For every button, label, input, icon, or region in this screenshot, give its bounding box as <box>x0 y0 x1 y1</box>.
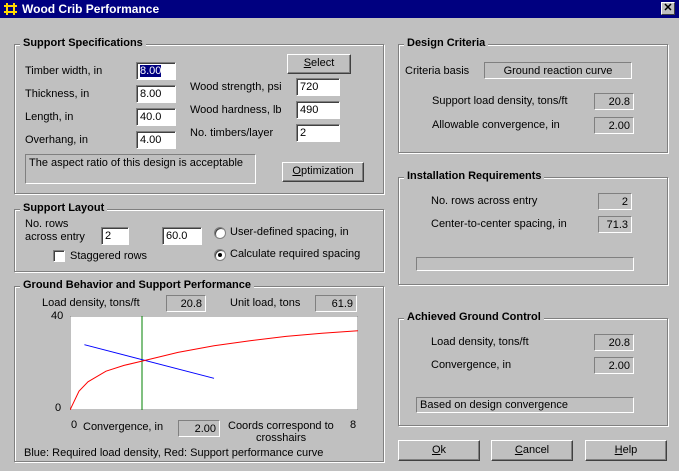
rows-label-line2: across entry <box>25 231 85 243</box>
radio-selected-dot <box>218 253 222 257</box>
center-spacing-value: 71.3 <box>598 216 632 233</box>
achieved-ground-control-title: Achieved Ground Control <box>404 311 544 323</box>
help-button[interactable]: Help <box>585 440 667 461</box>
staggered-rows-checkbox[interactable] <box>53 250 65 262</box>
support-load-density-value: 20.8 <box>594 93 634 110</box>
center-spacing-label: Center-to-center spacing, in <box>431 218 567 230</box>
length-label: Length, in <box>25 111 74 123</box>
select-button[interactable]: Select <box>287 54 351 74</box>
overhang-label: Overhang, in <box>25 134 88 146</box>
coords-note-line1: Coords correspond to <box>228 420 334 432</box>
gb-load-density-label: Load density, tons/ft <box>42 297 140 309</box>
wood-strength-field[interactable]: 720 <box>296 78 340 96</box>
length-field[interactable]: 40.0 <box>136 108 176 126</box>
optimization-button[interactable]: Optimization <box>282 162 364 182</box>
close-icon[interactable]: ✕ <box>661 2 675 15</box>
wood-hardness-field[interactable]: 490 <box>296 101 340 119</box>
x-axis-label: Convergence, in <box>83 421 164 433</box>
ok-button[interactable]: Ok <box>398 440 480 461</box>
chart-legend-note: Blue: Required load density, Red: Suppor… <box>24 447 324 459</box>
allowable-convergence-value: 2.00 <box>594 117 634 134</box>
gb-load-density-value: 20.8 <box>166 295 206 312</box>
x-tick-label-min: 0 <box>71 419 78 431</box>
support-specifications-title: Support Specifications <box>20 37 146 49</box>
wood-hardness-label: Wood hardness, lb <box>190 104 282 116</box>
timbers-per-layer-label: No. timbers/layer <box>190 127 274 139</box>
thickness-field[interactable]: 8.00 <box>136 85 176 103</box>
achieved-basis-note: Based on design convergence <box>416 397 634 413</box>
x-tick-label-max: 8 <box>350 419 357 431</box>
user-defined-spacing-radio[interactable] <box>214 227 226 239</box>
user-defined-spacing-label: User-defined spacing, in <box>230 226 349 238</box>
install-rows-value: 2 <box>598 193 632 210</box>
achieved-load-density-label: Load density, tons/ft <box>431 336 529 348</box>
performance-chart[interactable] <box>70 316 358 410</box>
allowable-convergence-label: Allowable convergence, in <box>432 119 560 131</box>
staggered-rows-label: Staggered rows <box>70 250 148 262</box>
unit-load-label: Unit load, tons <box>230 297 301 309</box>
overhang-field[interactable]: 4.00 <box>136 131 176 149</box>
thickness-label: Thickness, in <box>25 88 90 100</box>
criteria-basis-label: Criteria basis <box>405 65 470 77</box>
calculate-spacing-label: Calculate required spacing <box>230 248 361 260</box>
coords-note-line2: crosshairs <box>256 432 307 444</box>
rows-label-line1: No. rows <box>25 218 69 230</box>
achieved-convergence-label: Convergence, in <box>431 359 512 371</box>
y-tick-label-max: 40 <box>51 310 64 322</box>
wood-strength-label: Wood strength, psi <box>190 81 282 93</box>
spacing-field[interactable]: 60.0 <box>162 227 202 245</box>
support-layout-title: Support Layout <box>20 202 108 214</box>
achieved-convergence-value: 2.00 <box>594 357 634 374</box>
installation-status-bar <box>416 257 634 271</box>
achieved-load-density-value: 20.8 <box>594 334 634 351</box>
install-rows-label: No. rows across entry <box>431 195 538 207</box>
window-title: Wood Crib Performance <box>22 2 160 16</box>
crib-app-icon <box>3 2 18 16</box>
ground-behavior-title: Ground Behavior and Support Performance <box>20 279 254 291</box>
timber-width-label: Timber width, in <box>25 65 103 77</box>
rows-across-entry-field[interactable]: 2 <box>101 227 129 245</box>
chart-plot-area <box>70 316 358 410</box>
aspect-ratio-message: The aspect ratio of this design is accep… <box>25 154 256 184</box>
timbers-per-layer-field[interactable]: 2 <box>296 124 340 142</box>
cancel-button[interactable]: Cancel <box>491 440 573 461</box>
gb-convergence-value: 2.00 <box>178 420 220 437</box>
y-tick-label-min: 0 <box>55 402 62 414</box>
installation-requirements-title: Installation Requirements <box>404 170 545 182</box>
support-load-density-label: Support load density, tons/ft <box>432 95 568 107</box>
design-criteria-title: Design Criteria <box>404 37 489 49</box>
calculate-spacing-radio[interactable] <box>214 249 226 261</box>
unit-load-value: 61.9 <box>315 295 357 312</box>
criteria-basis-value: Ground reaction curve <box>484 62 632 79</box>
timber-width-field[interactable]: 8.00 <box>136 62 176 80</box>
